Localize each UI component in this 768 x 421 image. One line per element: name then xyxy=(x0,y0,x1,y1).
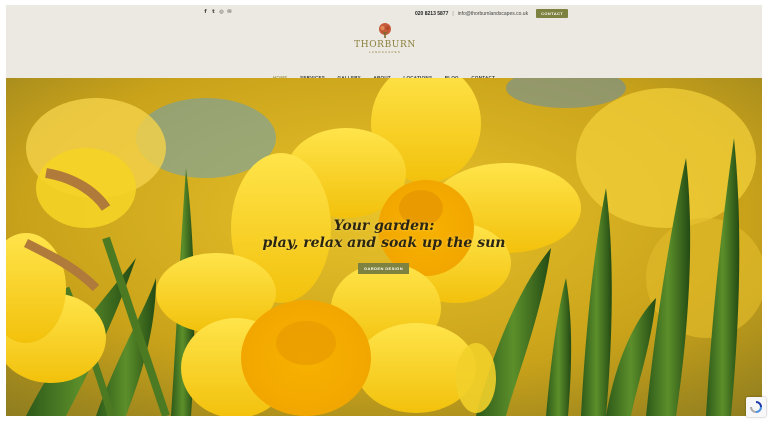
top-bar: f t ◎ ✉ 020 8213 5877 | info@thorburnlan… xyxy=(6,5,762,21)
email-icon[interactable]: ✉ xyxy=(227,9,232,16)
hero-banner: Your garden: play, relax and soak up the… xyxy=(6,78,762,416)
contact-info: 020 8213 5877 | info@thorburnlandscapes.… xyxy=(415,9,569,18)
social-links: f t ◎ ✉ xyxy=(203,9,232,16)
recaptcha-badge[interactable] xyxy=(746,397,766,417)
tree-icon xyxy=(379,23,391,38)
recaptcha-icon xyxy=(750,401,762,413)
hero-headline-line-2: play, relax and soak up the sun xyxy=(262,235,506,251)
twitter-icon[interactable]: t xyxy=(211,9,216,16)
contact-button[interactable]: CONTACT xyxy=(536,9,569,18)
logo-subtitle: LANDSCAPES xyxy=(368,50,402,54)
hero-headline: Your garden: play, relax and soak up the… xyxy=(206,218,562,252)
hero-headline-line-1: Your garden: xyxy=(333,218,435,234)
separator: | xyxy=(452,10,454,17)
phone-link[interactable]: 020 8213 5877 xyxy=(415,11,448,17)
logo-name: THORBURN xyxy=(354,40,416,50)
site-logo[interactable]: THORBURN LANDSCAPES xyxy=(354,23,416,59)
facebook-icon[interactable]: f xyxy=(203,9,208,16)
instagram-icon[interactable]: ◎ xyxy=(219,9,224,16)
garden-design-button[interactable]: GARDEN DESIGN xyxy=(358,263,409,274)
email-link[interactable]: info@thorburnlandscapes.co.uk xyxy=(458,11,528,17)
page-frame: f t ◎ ✉ 020 8213 5877 | info@thorburnlan… xyxy=(6,5,762,416)
